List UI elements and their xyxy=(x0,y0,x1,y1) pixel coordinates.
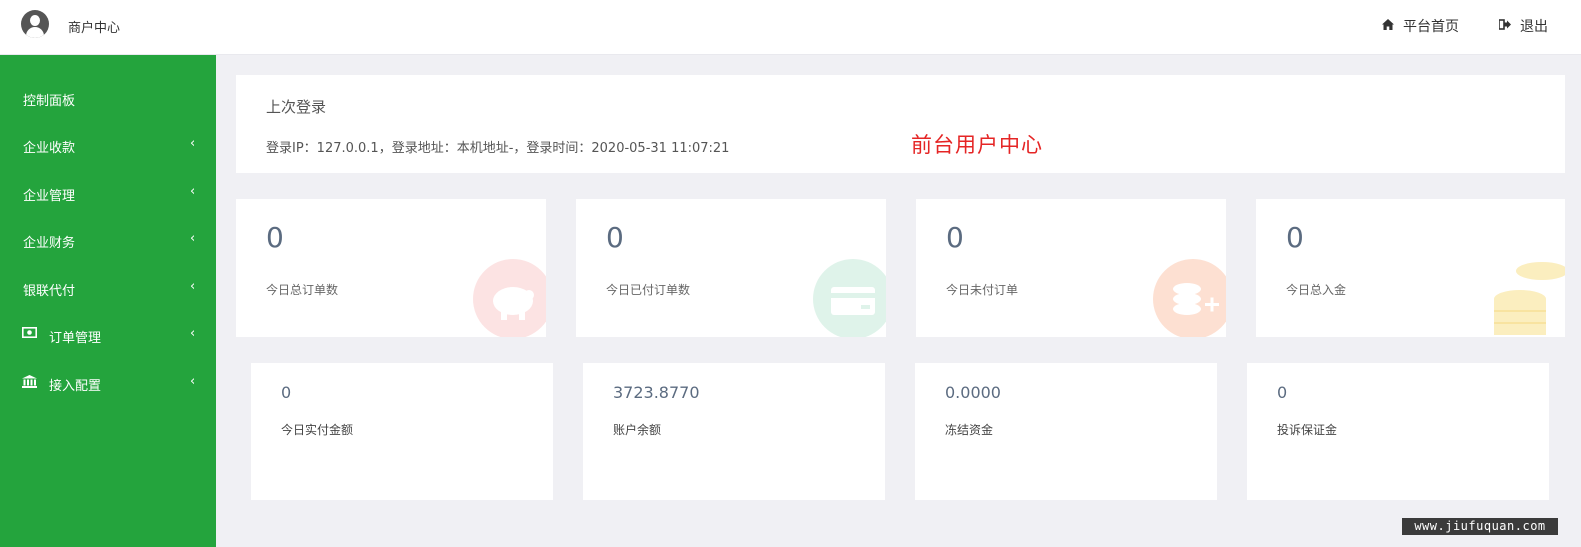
stat-card-total-orders: 0 今日总订单数 xyxy=(236,199,546,337)
top-bar: 商户中心 平台首页 退出 xyxy=(0,0,1581,55)
coin-stack-icon xyxy=(1492,261,1565,337)
stat-label: 今日总订单数 xyxy=(266,283,339,297)
coins-add-icon xyxy=(1153,259,1226,337)
logout-link[interactable]: 退出 xyxy=(1498,16,1548,36)
balance-label: 冻结资金 xyxy=(945,423,994,437)
platform-home-link[interactable]: 平台首页 xyxy=(1382,16,1459,36)
balance-card-frozen-funds: 0.0000 冻结资金 xyxy=(915,363,1217,500)
logout-label: 退出 xyxy=(1520,19,1548,35)
promo-text: 前台用户中心 xyxy=(911,133,1043,157)
balance-value: 3723.8770 xyxy=(613,383,700,402)
last-login-title: 上次登录 xyxy=(266,98,327,116)
platform-home-label: 平台首页 xyxy=(1403,19,1459,35)
balance-label: 投诉保证金 xyxy=(1277,423,1338,437)
chevron-left-icon: ‹ xyxy=(190,136,196,151)
stat-card-total-deposit: 0 今日总入金 xyxy=(1256,199,1565,337)
sidebar-item-label: 银联代付 xyxy=(23,284,76,299)
sidebar-item-label: 企业收款 xyxy=(23,141,76,156)
last-login-panel: 上次登录 登录IP：127.0.0.1，登录地址：本机地址-，登录时间：2020… xyxy=(236,75,1565,173)
balance-value: 0 xyxy=(281,383,292,402)
stat-label: 今日已付订单数 xyxy=(606,283,691,297)
sidebar-item-unionpay-payout[interactable]: 银联代付 ‹ xyxy=(0,268,216,310)
sidebar-item-label: 企业财务 xyxy=(23,236,76,251)
stat-value: 0 xyxy=(606,221,624,254)
sidebar-item-label: 订单管理 xyxy=(49,331,102,346)
chevron-left-icon: ‹ xyxy=(190,279,196,294)
balance-card-account-balance: 3723.8770 账户余额 xyxy=(583,363,885,500)
chevron-left-icon: ‹ xyxy=(190,231,196,246)
sidebar-item-orders[interactable]: 订单管理 ‹ xyxy=(0,315,216,357)
money-icon xyxy=(22,327,37,342)
home-icon xyxy=(1382,19,1394,33)
sidebar-item-collection[interactable]: 企业收款 ‹ xyxy=(0,125,216,167)
stat-value: 0 xyxy=(946,221,964,254)
stat-card-paid-orders: 0 今日已付订单数 xyxy=(576,199,886,337)
balance-label: 账户余额 xyxy=(613,423,662,437)
sidebar-item-label: 企业管理 xyxy=(23,189,76,204)
brand-title: 商户中心 xyxy=(68,21,121,36)
sidebar: 控制面板 企业收款 ‹ 企业管理 ‹ 企业财务 ‹ 银联代付 ‹ 订单管理 ‹ … xyxy=(0,55,216,547)
stat-label: 今日未付订单 xyxy=(946,283,1019,297)
balance-label: 今日实付金额 xyxy=(281,423,354,437)
avatar-icon[interactable] xyxy=(21,10,49,38)
stat-label: 今日总入金 xyxy=(1286,283,1347,297)
chevron-left-icon: ‹ xyxy=(190,184,196,199)
chevron-left-icon: ‹ xyxy=(190,374,196,389)
sign-out-icon xyxy=(1498,19,1511,33)
balance-value: 0.0000 xyxy=(945,383,1001,402)
chevron-left-icon: ‹ xyxy=(190,326,196,341)
credit-card-icon xyxy=(813,259,886,337)
last-login-info: 登录IP：127.0.0.1，登录地址：本机地址-，登录时间：2020-05-3… xyxy=(266,141,730,156)
stat-value: 0 xyxy=(266,221,284,254)
bank-icon xyxy=(22,375,37,392)
sidebar-item-finance[interactable]: 企业财务 ‹ xyxy=(0,220,216,262)
balance-card-today-actual-paid: 0 今日实付金额 xyxy=(251,363,553,500)
sidebar-item-label: 接入配置 xyxy=(49,379,102,394)
piggy-bank-icon xyxy=(473,259,546,337)
balance-card-complaint-deposit: 0 投诉保证金 xyxy=(1247,363,1549,500)
stat-value: 0 xyxy=(1286,221,1304,254)
stat-card-unpaid-orders: 0 今日未付订单 xyxy=(916,199,1226,337)
balance-value: 0 xyxy=(1277,383,1288,402)
watermark: www.jiufuquan.com xyxy=(1402,518,1558,535)
sidebar-item-management[interactable]: 企业管理 ‹ xyxy=(0,173,216,215)
sidebar-item-dashboard[interactable]: 控制面板 xyxy=(0,78,216,120)
sidebar-item-access-config[interactable]: 接入配置 ‹ xyxy=(0,363,216,405)
sidebar-item-label: 控制面板 xyxy=(23,94,76,109)
